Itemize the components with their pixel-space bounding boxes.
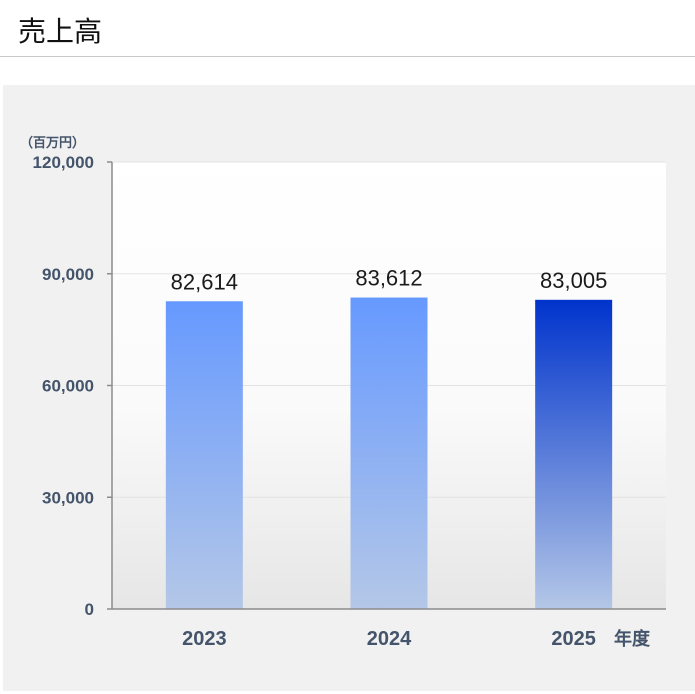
x-suffix-label: 年度 [614, 628, 651, 650]
y-tick-label: 60,000 [42, 377, 94, 396]
data-label: 83,005 [540, 268, 607, 293]
y-tick-label: 90,000 [42, 265, 94, 284]
x-tick-label: 2025 [551, 628, 596, 650]
y-tick-label: 30,000 [42, 488, 94, 507]
bar-2025 [535, 299, 613, 609]
bar-2023 [165, 301, 243, 609]
y-tick-label: 120,000 [33, 153, 94, 172]
data-label: 83,612 [355, 266, 422, 291]
y-tick-label: 0 [85, 600, 94, 619]
sales-bar-chart: 0 30,000 60,000 90,000 120,000 82,614 2023 83,… [20, 135, 666, 650]
x-tick-label: 2023 [182, 628, 227, 650]
y-unit-label: （百万円） [20, 135, 85, 151]
data-label: 82,614 [171, 269, 238, 294]
bar-2024 [350, 297, 428, 609]
x-tick-label: 2024 [367, 628, 412, 650]
